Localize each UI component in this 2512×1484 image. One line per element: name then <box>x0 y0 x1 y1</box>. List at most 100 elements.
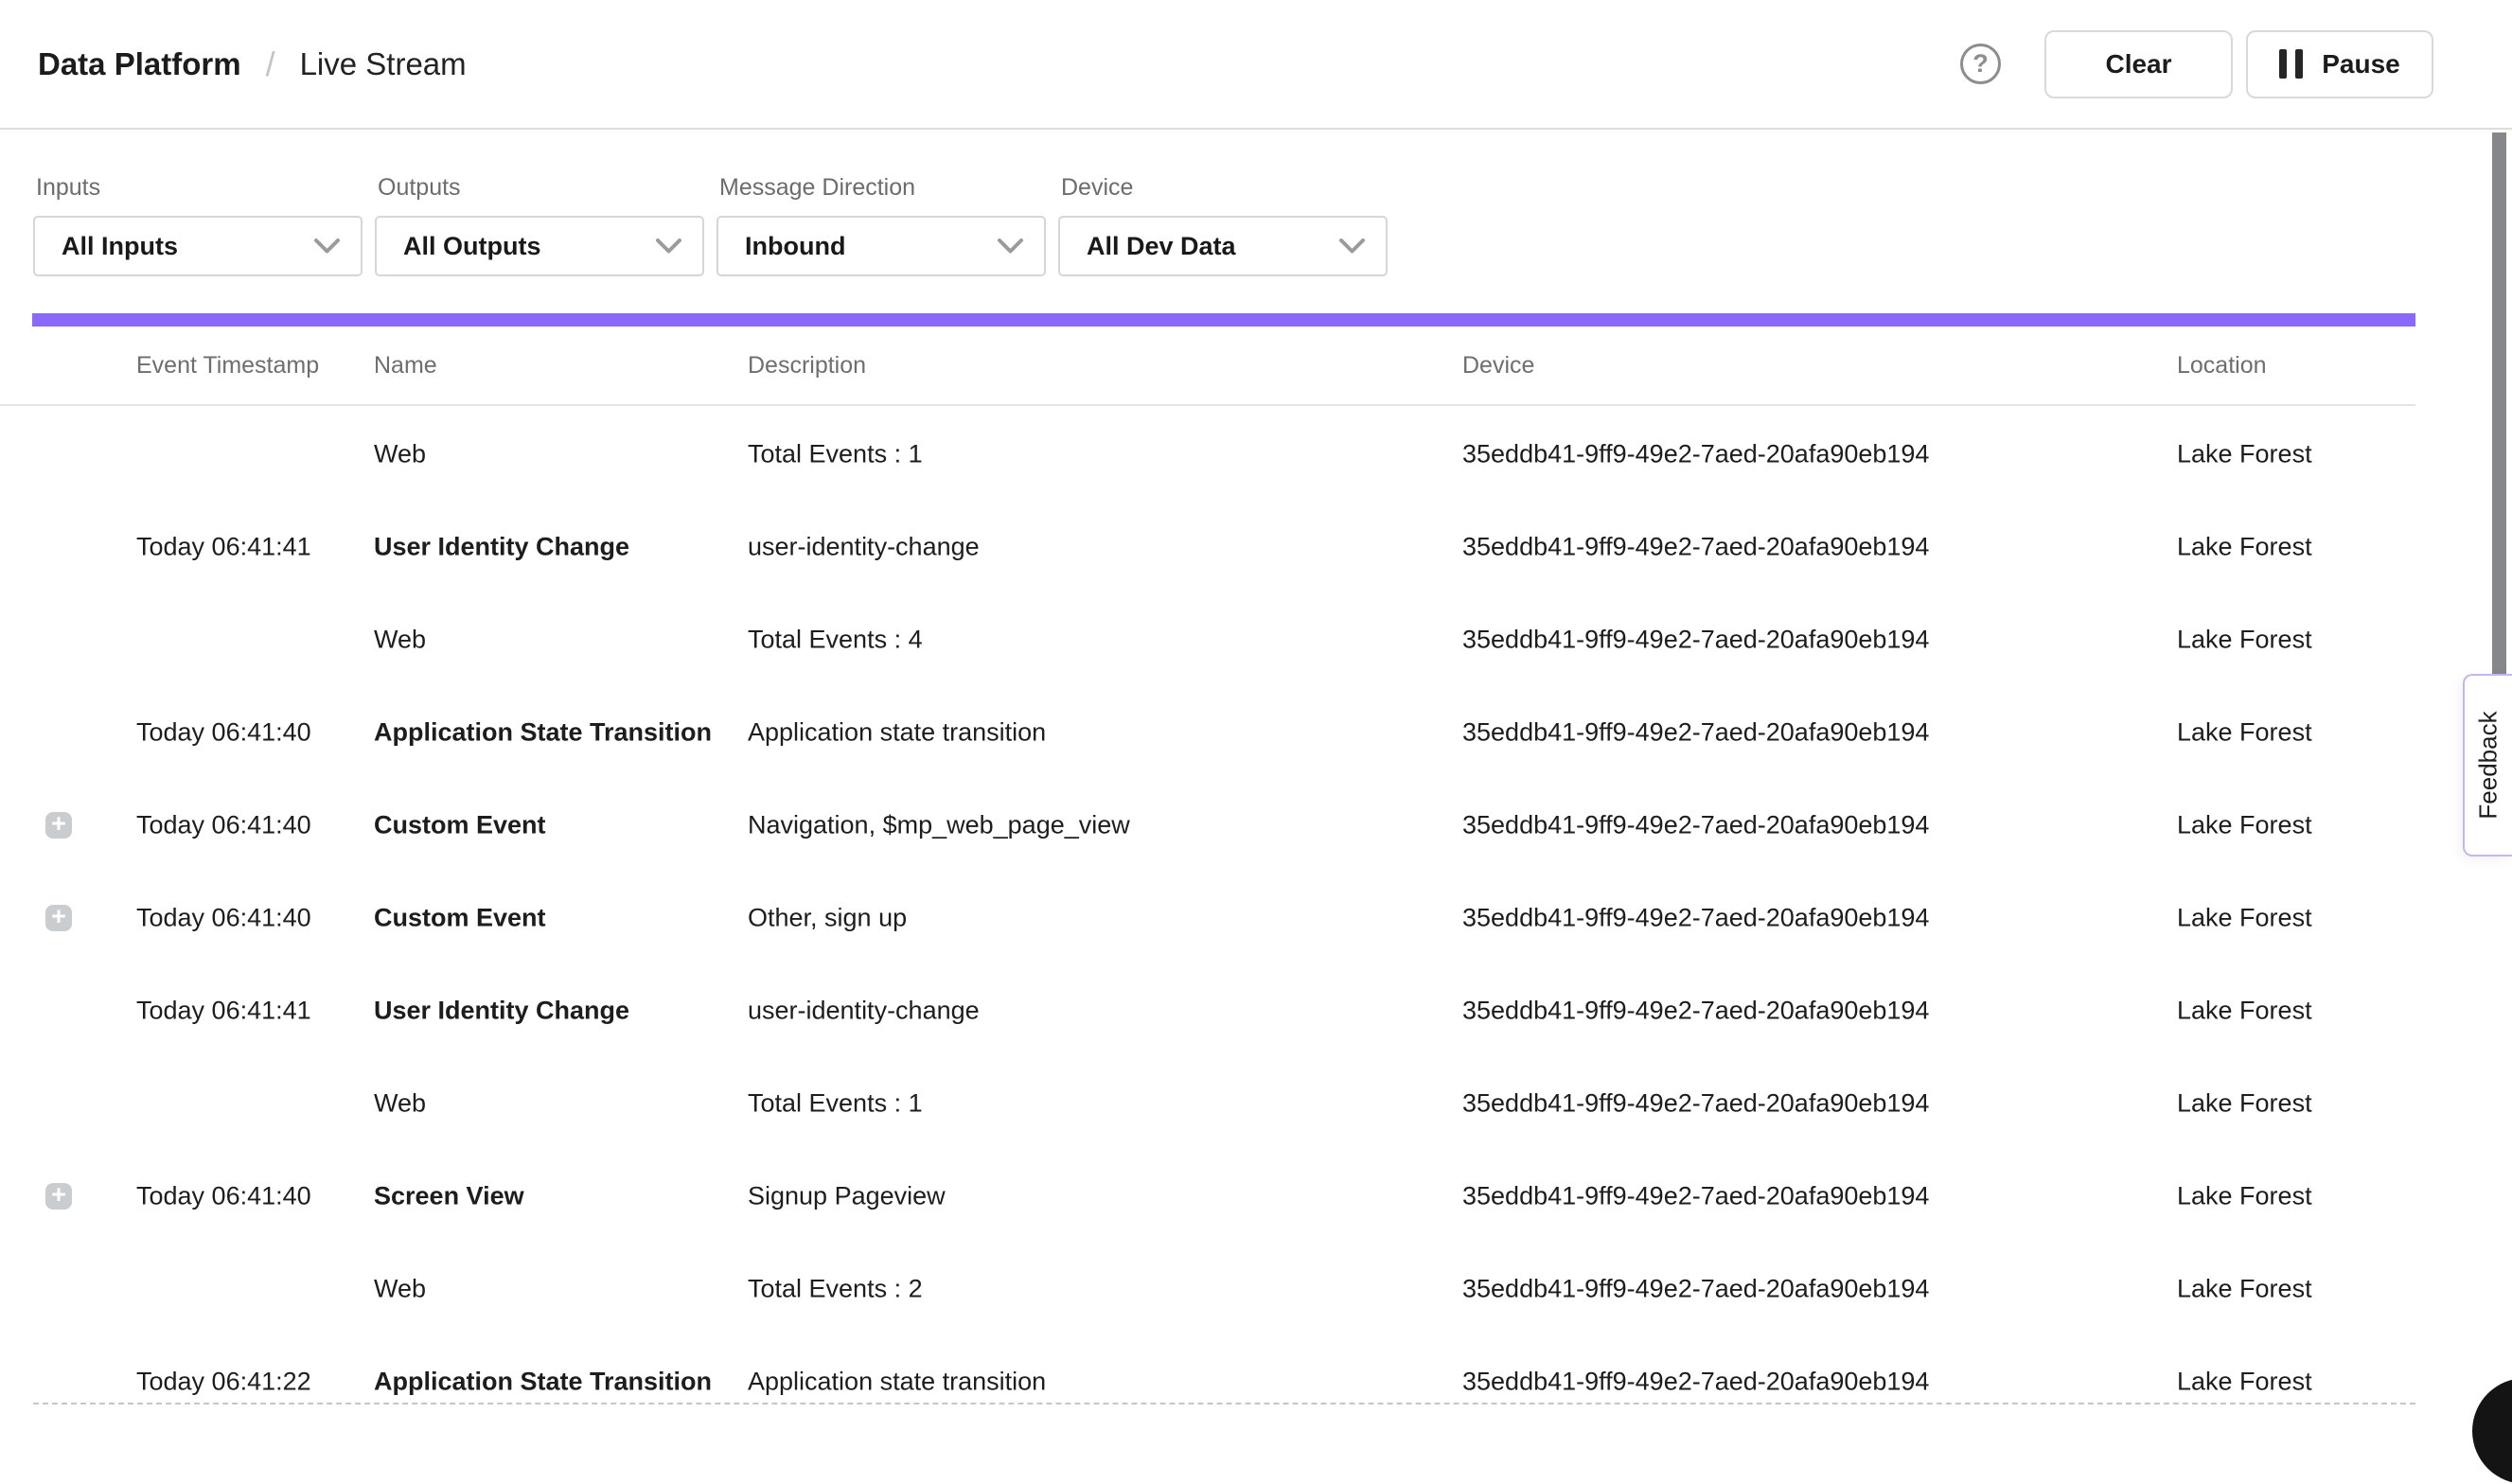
column-header-location: Location <box>2177 352 2267 380</box>
cell-device: 35eddb41-9ff9-49e2-7aed-20afa90eb194 <box>1462 904 1929 933</box>
cell-location: Lake Forest <box>2177 1368 2312 1397</box>
cell-device: 35eddb41-9ff9-49e2-7aed-20afa90eb194 <box>1462 1089 1929 1119</box>
filter-outputs: Outputs All Outputs <box>375 174 704 276</box>
table-row[interactable]: Today 06:41:41User Identity Changeuser-i… <box>0 501 2415 593</box>
column-header-device: Device <box>1462 352 1534 380</box>
cell-description: Other, sign up <box>748 904 907 933</box>
cell-description: Application state transition <box>748 718 1046 748</box>
cell-name: Screen View <box>374 1182 524 1211</box>
cell-name: Web <box>374 1275 426 1304</box>
cell-event-timestamp: Today 06:41:40 <box>136 718 311 748</box>
message-direction-dropdown-value: Inbound <box>745 232 845 261</box>
cell-location: Lake Forest <box>2177 904 2312 933</box>
cell-description: Application state transition <box>748 1368 1046 1397</box>
cell-name: Web <box>374 440 426 469</box>
cell-description: user-identity-change <box>748 997 980 1026</box>
feedback-tab[interactable]: Feedback <box>2463 674 2512 857</box>
outputs-dropdown[interactable]: All Outputs <box>375 216 704 276</box>
chat-bubble-button[interactable] <box>2472 1378 2512 1484</box>
chevron-down-icon <box>1339 238 1365 255</box>
clear-button-label: Clear <box>2105 49 2171 80</box>
cell-location: Lake Forest <box>2177 1089 2312 1119</box>
filter-label: Device <box>1058 174 1388 202</box>
expand-row-icon[interactable]: + <box>45 812 72 839</box>
cell-device: 35eddb41-9ff9-49e2-7aed-20afa90eb194 <box>1462 1368 1929 1397</box>
cell-location: Lake Forest <box>2177 533 2312 562</box>
accent-divider <box>32 313 2415 327</box>
cell-device: 35eddb41-9ff9-49e2-7aed-20afa90eb194 <box>1462 718 1929 748</box>
cell-location: Lake Forest <box>2177 626 2312 655</box>
cell-description: Total Events : 4 <box>748 626 923 655</box>
table-row[interactable]: + Today 06:41:40 Custom Event Other, sign u… <box>0 872 2415 964</box>
table-row[interactable]: Today 06:41:22Application State Transiti… <box>0 1335 2415 1406</box>
chevron-down-icon <box>314 238 340 255</box>
expand-row-icon[interactable]: + <box>45 1183 72 1210</box>
cell-location: Lake Forest <box>2177 440 2312 469</box>
expand-row-icon[interactable]: + <box>45 905 72 931</box>
cell-location: Lake Forest <box>2177 1182 2312 1211</box>
cell-location: Lake Forest <box>2177 811 2312 840</box>
table-row[interactable]: +Today 06:41:40Custom EventNavigation, $… <box>0 779 2415 872</box>
filter-message-direction: Message Direction Inbound <box>716 174 1046 276</box>
table-row[interactable]: +Today 06:41:40Screen ViewSignup Pagevie… <box>0 1150 2415 1243</box>
cell-location: Lake Forest <box>2177 718 2312 748</box>
chevron-down-icon <box>998 238 1023 255</box>
table-row[interactable]: Web Total Events : 1 35eddb41-9ff9-49e2-7a… <box>0 1057 2415 1150</box>
cell-name: Custom Event <box>374 904 546 933</box>
cell-event-timestamp: Today 06:41:40 <box>136 811 311 840</box>
table-row[interactable]: WebTotal Events : 435eddb41-9ff9-49e2-7a… <box>0 593 2415 686</box>
column-header-description: Description <box>748 352 866 380</box>
breadcrumb: Data Platform / Live Stream <box>38 0 467 128</box>
device-dropdown[interactable]: All Dev Data <box>1058 216 1388 276</box>
filter-inputs: Inputs All Inputs <box>33 174 363 276</box>
table-row[interactable]: Web Total Events : 2 35eddb41-9ff9-49e2-7a… <box>0 1243 2415 1335</box>
column-header-event-timestamp: Event Timestamp <box>136 352 319 380</box>
event-table-body: Web Total Events : 1 35eddb41-9ff9-49e2-7a… <box>0 408 2415 1406</box>
cell-event-timestamp: Today 06:41:40 <box>136 904 311 933</box>
inputs-dropdown[interactable]: All Inputs <box>33 216 363 276</box>
filter-label: Inputs <box>33 174 363 202</box>
cell-description: Navigation, $mp_web_page_view <box>748 811 1130 840</box>
cell-event-timestamp: Today 06:41:22 <box>136 1368 311 1397</box>
table-row[interactable]: Today 06:41:41 User Identity Change user-i… <box>0 964 2415 1057</box>
breadcrumb-separator-icon: / <box>266 44 275 84</box>
row-dashed-separator <box>33 1403 2415 1404</box>
cell-device: 35eddb41-9ff9-49e2-7aed-20afa90eb194 <box>1462 533 1929 562</box>
cell-device: 35eddb41-9ff9-49e2-7aed-20afa90eb194 <box>1462 997 1929 1026</box>
feedback-tab-label: Feedback <box>2474 711 2503 819</box>
cell-description: Total Events : 1 <box>748 1089 923 1119</box>
cell-device: 35eddb41-9ff9-49e2-7aed-20afa90eb194 <box>1462 1182 1929 1211</box>
cell-device: 35eddb41-9ff9-49e2-7aed-20afa90eb194 <box>1462 1275 1929 1304</box>
vertical-scrollbar-thumb[interactable] <box>2492 132 2506 676</box>
table-row[interactable]: Today 06:41:40 Application State Transiti… <box>0 686 2415 779</box>
cell-name: User Identity Change <box>374 997 629 1026</box>
cell-event-timestamp: Today 06:41:41 <box>136 997 311 1026</box>
pause-icon <box>2279 49 2303 79</box>
filter-bar: Inputs All Inputs Outputs All Outputs Me… <box>33 174 1388 276</box>
cell-description: Total Events : 2 <box>748 1275 923 1304</box>
pause-button-label: Pause <box>2322 49 2400 80</box>
cell-event-timestamp: Today 06:41:40 <box>136 1182 311 1211</box>
table-row[interactable]: Web Total Events : 1 35eddb41-9ff9-49e2-7a… <box>0 408 2415 501</box>
cell-device: 35eddb41-9ff9-49e2-7aed-20afa90eb194 <box>1462 440 1929 469</box>
chevron-down-icon <box>656 238 681 255</box>
cell-description: Total Events : 1 <box>748 440 923 469</box>
event-table-header: Event Timestamp Name Description Device … <box>0 327 2415 406</box>
page-header: Data Platform / Live Stream ? Clear Paus… <box>0 0 2512 130</box>
header-actions: ? Clear Pause <box>1960 0 2433 128</box>
page-title: Live Stream <box>300 46 467 82</box>
column-header-name: Name <box>374 352 437 380</box>
breadcrumb-section[interactable]: Data Platform <box>38 46 241 82</box>
cell-name: User Identity Change <box>374 533 629 562</box>
filter-label: Outputs <box>375 174 704 202</box>
message-direction-dropdown[interactable]: Inbound <box>716 216 1046 276</box>
cell-name: Application State Transition <box>374 718 712 748</box>
cell-name: Web <box>374 626 426 655</box>
cell-location: Lake Forest <box>2177 997 2312 1026</box>
inputs-dropdown-value: All Inputs <box>62 232 178 261</box>
clear-button[interactable]: Clear <box>2044 30 2233 98</box>
pause-button[interactable]: Pause <box>2246 30 2433 98</box>
help-icon[interactable]: ? <box>1960 44 2001 84</box>
cell-location: Lake Forest <box>2177 1275 2312 1304</box>
cell-name: Web <box>374 1089 426 1119</box>
